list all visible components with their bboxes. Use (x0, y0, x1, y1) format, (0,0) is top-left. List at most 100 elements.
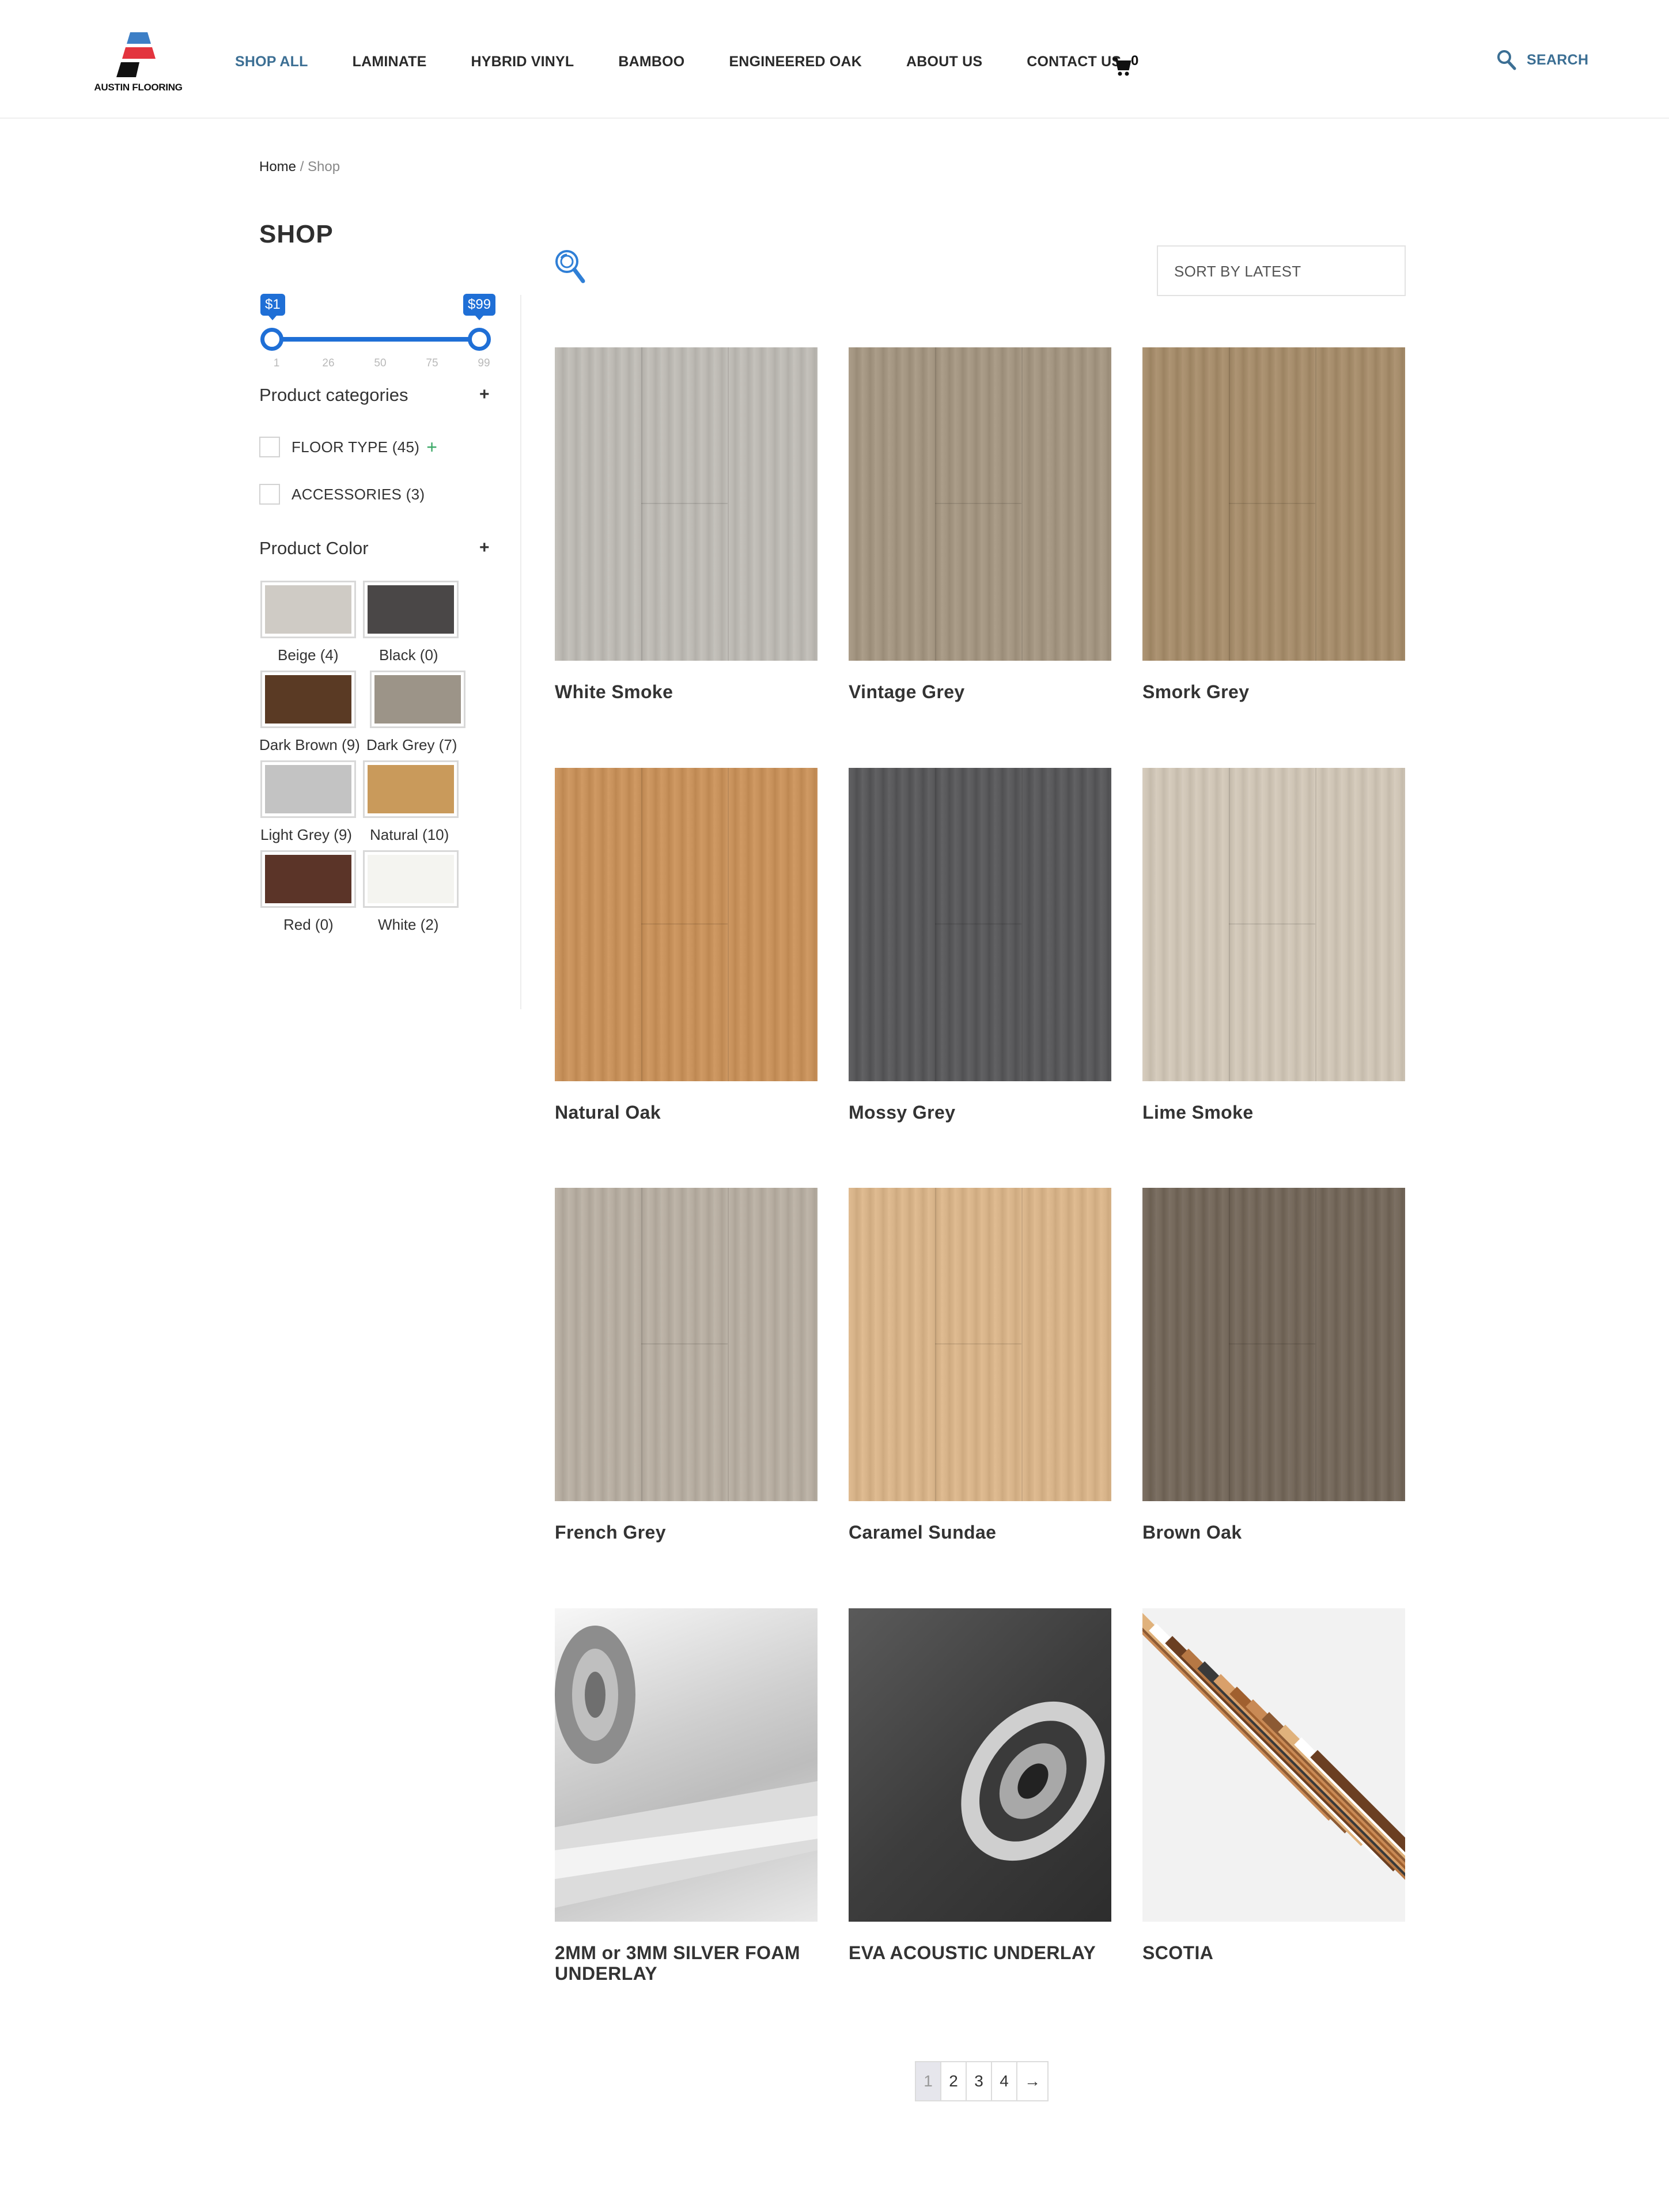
sort-label: SORT BY LATEST (1174, 263, 1301, 280)
page-title: SHOP (259, 220, 334, 248)
color-label: Dark Grey (7) (366, 736, 457, 753)
slider-tick: 99 (478, 357, 490, 369)
logo-mark-icon (116, 32, 156, 77)
zoom-search-icon[interactable] (553, 248, 589, 287)
color-option-white[interactable]: White (2) (363, 850, 472, 937)
nav-hybrid-vinyl[interactable]: HYBRID VINYL (471, 54, 574, 70)
category-row-floor-type[interactable]: FLOOR TYPE (45) + (259, 437, 437, 457)
nav-contact-us[interactable]: CONTACT US (1027, 54, 1121, 70)
product-name[interactable]: 2MM or 3MM SILVER FOAM UNDERLAY (555, 1942, 818, 1984)
color-label: Red (0) (283, 916, 334, 933)
slider-handle-max[interactable] (468, 328, 491, 351)
product-name[interactable]: Smork Grey (1142, 681, 1405, 702)
color-option-black[interactable]: Black (0) (363, 581, 472, 667)
product-image[interactable] (555, 1608, 818, 1922)
product-name[interactable]: EVA ACOUSTIC UNDERLAY (849, 1942, 1111, 1963)
product-image[interactable] (1142, 1188, 1405, 1501)
color-option-red[interactable]: Red (0) (260, 850, 370, 937)
slider-tick: 1 (273, 357, 280, 369)
cart-icon (1113, 58, 1131, 76)
color-option-light-grey[interactable]: Light Grey (9) (260, 760, 370, 847)
search-button[interactable]: SEARCH (1497, 50, 1588, 70)
product-name[interactable]: French Grey (555, 1522, 818, 1543)
color-filter-toggle[interactable]: + (479, 538, 490, 558)
product-name[interactable]: White Smoke (555, 681, 818, 702)
color-swatch (368, 855, 454, 903)
slider-tick: 75 (426, 357, 438, 369)
price-max-label: $99 (463, 294, 496, 320)
color-swatch-grid: Beige (4) Black (0) Dark Brown (9) Dark … (259, 581, 490, 949)
nav-about-us[interactable]: ABOUT US (906, 54, 982, 70)
product-image[interactable] (1142, 1608, 1405, 1922)
product-name[interactable]: Brown Oak (1142, 1522, 1405, 1543)
cart-button[interactable]: 0 (1112, 53, 1146, 76)
product-name[interactable]: Lime Smoke (1142, 1102, 1405, 1123)
slider-handle-min[interactable] (260, 328, 283, 351)
next-page-arrow-icon[interactable]: → (1017, 2062, 1047, 2100)
breadcrumb-home[interactable]: Home (259, 159, 296, 175)
page-1[interactable]: 1 (916, 2062, 941, 2100)
brand-logo[interactable]: AUSTIN FLOORING (92, 32, 184, 97)
color-label: Dark Brown (9) (259, 736, 360, 753)
color-swatch (374, 675, 461, 724)
page-3[interactable]: 3 (967, 2062, 992, 2100)
color-swatch (265, 585, 351, 634)
scotia-trim-icon (1142, 1608, 1405, 1922)
color-label: Black (0) (379, 646, 438, 664)
product-image[interactable] (555, 347, 818, 661)
logo-text: AUSTIN FLOORING (94, 82, 183, 93)
expand-plus-icon[interactable]: + (426, 438, 437, 456)
color-label: Natural (10) (370, 826, 449, 843)
slider-track[interactable] (272, 337, 480, 342)
category-label: ACCESSORIES (3) (292, 485, 425, 503)
nav-engineered-oak[interactable]: ENGINEERED OAK (729, 54, 862, 70)
slider-tick: 50 (374, 357, 387, 369)
accessories-checkbox[interactable] (259, 484, 280, 505)
nav-bamboo[interactable]: BAMBOO (618, 54, 684, 70)
eva-underlay-roll-icon (961, 1701, 1105, 1861)
color-filter-title: Product Color (259, 538, 369, 558)
sidebar-divider (520, 295, 521, 1009)
nav-shop-all[interactable]: SHOP ALL (235, 54, 308, 70)
pagination: 1 2 3 4 → (915, 2061, 1049, 2101)
product-image[interactable] (1142, 347, 1405, 661)
product-image[interactable] (849, 347, 1111, 661)
categories-toggle[interactable]: + (479, 385, 490, 404)
main-nav: SHOP ALL LAMINATE HYBRID VINYL BAMBOO EN… (235, 53, 1165, 70)
search-icon (1497, 50, 1516, 70)
product-image[interactable] (849, 768, 1111, 1081)
floor-type-checkbox[interactable] (259, 437, 280, 457)
category-label: FLOOR TYPE (45) (292, 438, 420, 456)
sort-dropdown[interactable]: SORT BY LATEST (1157, 245, 1406, 296)
product-image[interactable] (555, 1188, 818, 1501)
color-option-natural[interactable]: Natural (10) (363, 760, 472, 847)
color-swatch (265, 855, 351, 903)
page-2[interactable]: 2 (941, 2062, 967, 2100)
color-swatch (368, 585, 454, 634)
product-name[interactable]: Caramel Sundae (849, 1522, 1111, 1543)
product-image[interactable] (849, 1188, 1111, 1501)
color-swatch (368, 765, 454, 813)
price-range-slider[interactable]: $1 $99 1 26 50 75 99 (258, 293, 498, 373)
product-image[interactable] (1142, 768, 1405, 1081)
nav-laminate[interactable]: LAMINATE (353, 54, 427, 70)
color-option-beige[interactable]: Beige (4) (260, 581, 370, 667)
color-label: White (2) (378, 916, 439, 933)
color-swatch (265, 765, 351, 813)
breadcrumb-current: Shop (308, 159, 340, 175)
breadcrumb: Home / Shop (259, 159, 340, 175)
product-name[interactable]: Mossy Grey (849, 1102, 1111, 1123)
silver-foam-roll-icon (555, 1626, 818, 1908)
color-option-dark-grey[interactable]: Dark Grey (7) (366, 671, 479, 757)
slider-ticks: 1 26 50 75 99 (266, 357, 491, 371)
product-name[interactable]: SCOTIA (1142, 1942, 1405, 1963)
category-row-accessories[interactable]: ACCESSORIES (3) (259, 484, 425, 505)
product-image[interactable] (555, 768, 818, 1081)
color-option-dark-brown[interactable]: Dark Brown (9) (259, 671, 370, 757)
page-4[interactable]: 4 (992, 2062, 1017, 2100)
product-name[interactable]: Natural Oak (555, 1102, 818, 1123)
cart-count: 0 (1131, 53, 1139, 69)
breadcrumb-separator: / (296, 159, 308, 175)
product-name[interactable]: Vintage Grey (849, 681, 1111, 702)
product-image[interactable] (849, 1608, 1111, 1922)
